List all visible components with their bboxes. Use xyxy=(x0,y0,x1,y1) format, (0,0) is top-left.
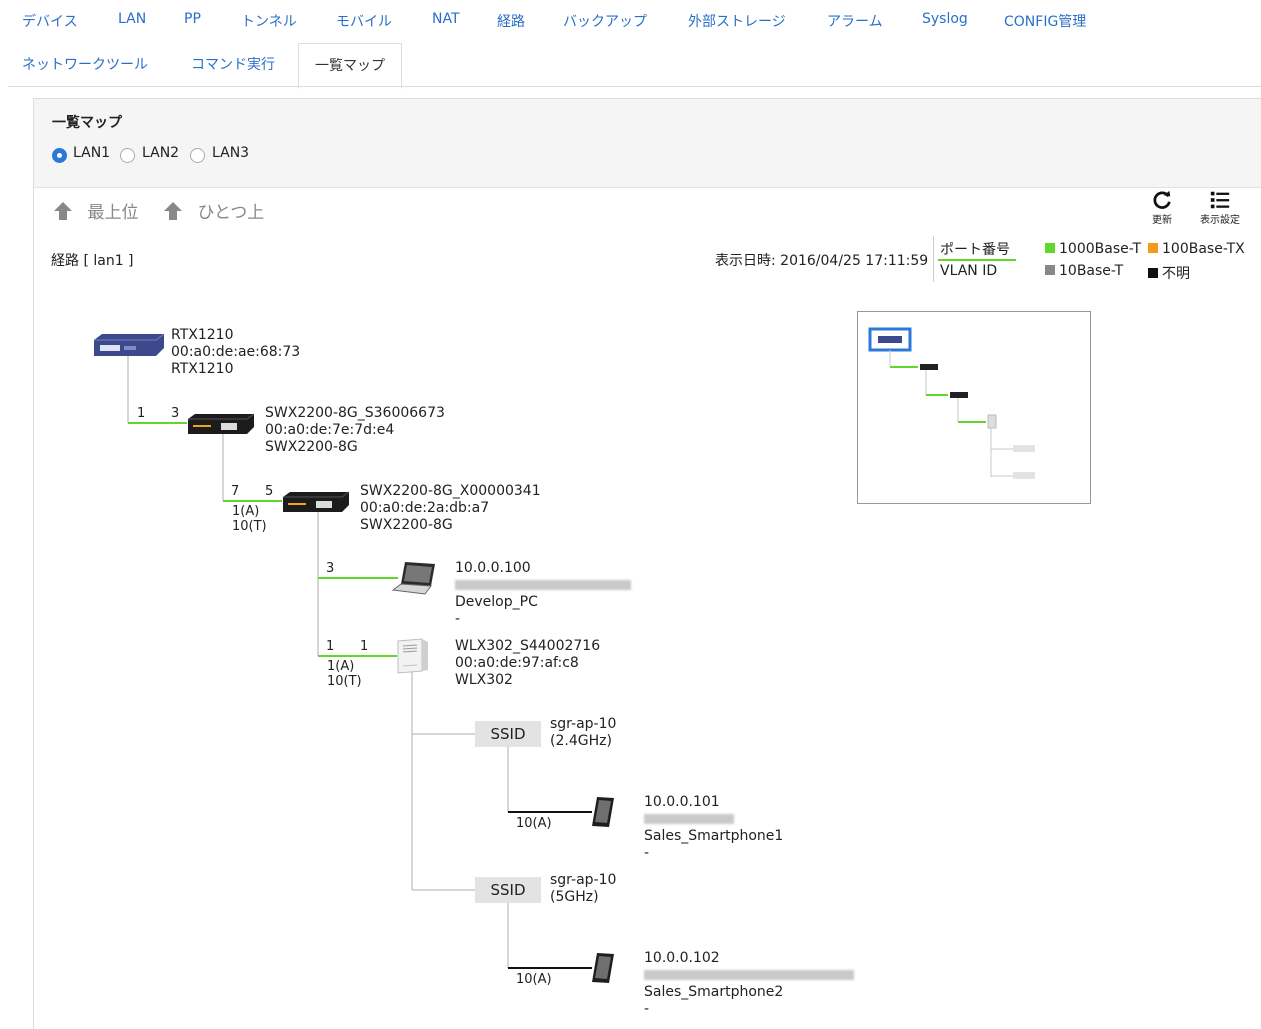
ssid-box-2g[interactable]: SSID xyxy=(475,721,541,747)
pc-ip: 10.0.0.100 xyxy=(455,560,531,576)
pc-info: 10.0.0.100 Develop_PC - xyxy=(455,560,631,628)
phone2-extra: - xyxy=(644,1001,650,1017)
laptop-icon[interactable] xyxy=(391,560,437,596)
wlx-name: WLX302_S44002716 xyxy=(455,638,601,654)
wlx-info: WLX302_S44002716 00:a0:de:97:af:c8 WLX30… xyxy=(455,638,600,689)
ssid1-name: sgr-ap-10 xyxy=(550,716,617,732)
phone2-name: Sales_Smartphone2 xyxy=(644,984,784,1000)
phone1-redacted-mac xyxy=(644,814,734,824)
swx2-port-down: 5 xyxy=(265,484,274,499)
swx2-vlan2: 10(T) xyxy=(232,519,267,534)
ssid2-band: (5GHz) xyxy=(550,889,599,905)
wlx-port-up: 1 xyxy=(326,639,335,654)
wlx-vlan2: 10(T) xyxy=(327,674,362,689)
swx2-vlan1: 1(A) xyxy=(232,504,260,519)
swx2-port-up: 7 xyxy=(231,484,240,499)
wlx-mac: 00:a0:de:97:af:c8 xyxy=(455,655,579,671)
swx2-model: SWX2200-8G xyxy=(360,517,453,533)
phone1-ip: 10.0.0.101 xyxy=(644,794,720,810)
rtx-model: RTX1210 xyxy=(171,361,234,377)
ssid-box-5g[interactable]: SSID xyxy=(475,877,541,903)
rtx-info: RTX1210 00:a0:de:ae:68:73 RTX1210 xyxy=(171,327,300,378)
ssid2-info: sgr-ap-10 (5GHz) xyxy=(550,872,616,906)
phone1-info: 10.0.0.101 Sales_Smartphone1 - xyxy=(644,794,783,862)
wlx-port-down: 1 xyxy=(360,639,369,654)
swx1-model: SWX2200-8G xyxy=(265,439,358,455)
swx2-mac: 00:a0:de:2a:db:a7 xyxy=(360,500,490,516)
pc-port: 3 xyxy=(326,561,335,576)
swx1-name: SWX2200-8G_S36006673 xyxy=(265,405,445,421)
pc-extra: - xyxy=(455,611,461,627)
ssid2-name: sgr-ap-10 xyxy=(550,872,617,888)
smartphone-icon[interactable] xyxy=(590,796,616,828)
phone2-ip: 10.0.0.102 xyxy=(644,950,720,966)
swx2-name: SWX2200-8G_X00000341 xyxy=(360,483,541,499)
phone2-redacted-mac xyxy=(644,970,854,980)
access-point-icon[interactable] xyxy=(396,638,430,674)
ssid1-info: sgr-ap-10 (2.4GHz) xyxy=(550,716,616,750)
pc-redacted-mac xyxy=(455,580,631,590)
swx1-port-down: 3 xyxy=(171,406,180,421)
phone1-extra: - xyxy=(644,845,650,861)
smartphone-icon[interactable] xyxy=(590,952,616,984)
phone2-vlan: 10(A) xyxy=(516,972,552,987)
switch-icon[interactable] xyxy=(282,491,350,513)
phone2-info: 10.0.0.102 Sales_Smartphone2 - xyxy=(644,950,854,1018)
router-icon[interactable] xyxy=(92,332,166,358)
swx1-port-up: 1 xyxy=(137,406,146,421)
phone1-vlan: 10(A) xyxy=(516,816,552,831)
wlx-vlan1: 1(A) xyxy=(327,659,355,674)
rtx-name: RTX1210 xyxy=(171,327,234,343)
wlx-model: WLX302 xyxy=(455,672,513,688)
rtx-mac: 00:a0:de:ae:68:73 xyxy=(171,344,301,360)
swx1-mac: 00:a0:de:7e:7d:e4 xyxy=(265,422,395,438)
swx2-info: SWX2200-8G_X00000341 00:a0:de:2a:db:a7 S… xyxy=(360,483,541,534)
phone1-name: Sales_Smartphone1 xyxy=(644,828,784,844)
topology-graph xyxy=(127,355,592,969)
switch-icon[interactable] xyxy=(187,413,255,435)
pc-name: Develop_PC xyxy=(455,594,538,610)
ssid1-band: (2.4GHz) xyxy=(550,733,612,749)
swx1-info: SWX2200-8G_S36006673 00:a0:de:7e:7d:e4 S… xyxy=(265,405,445,456)
